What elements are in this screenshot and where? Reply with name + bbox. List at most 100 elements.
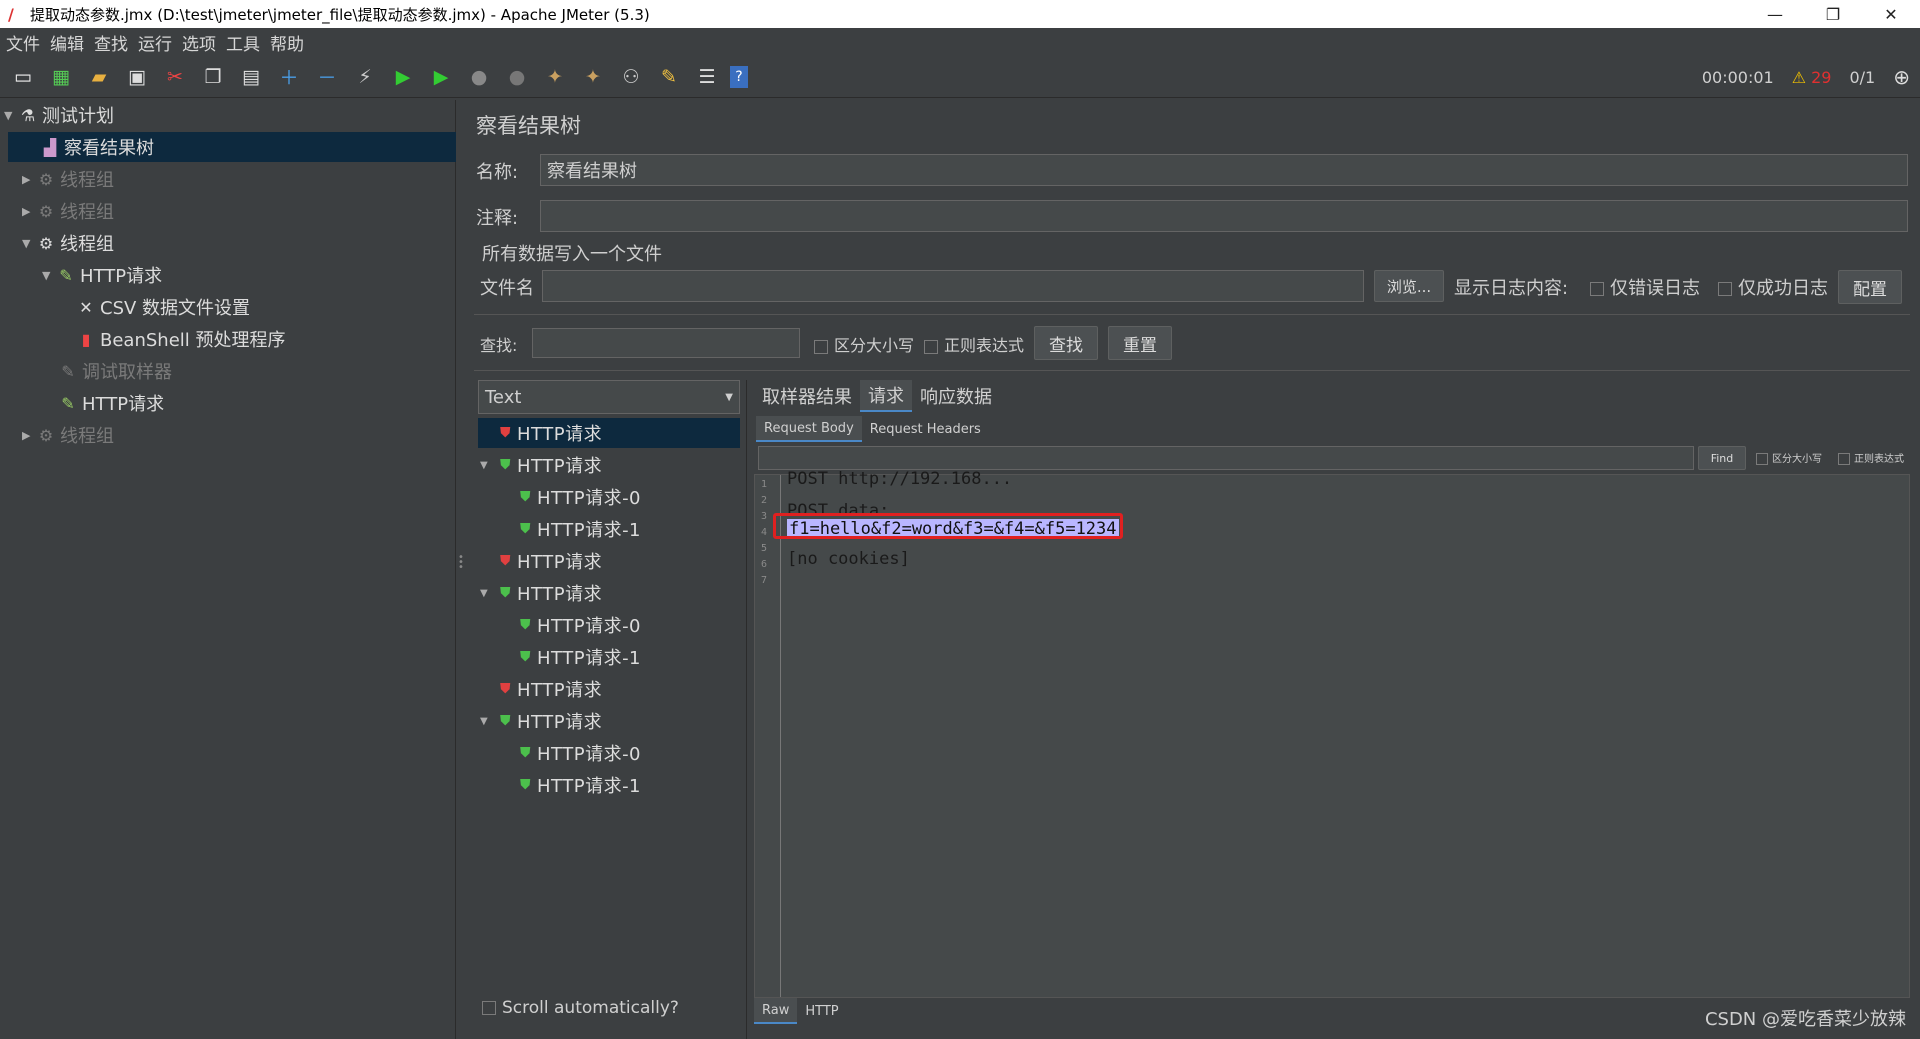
- editor-search-input[interactable]: [758, 446, 1694, 470]
- checkbox-box[interactable]: [814, 339, 828, 354]
- function-helper-icon[interactable]: ☰: [692, 62, 722, 92]
- minimize-button[interactable]: —: [1746, 0, 1804, 28]
- reset-button[interactable]: 重置: [1108, 326, 1172, 360]
- scroll-auto-checkbox[interactable]: Scroll automatically?: [482, 998, 679, 1018]
- tab-request[interactable]: 请求: [860, 380, 912, 412]
- tree-node-view-results-tree[interactable]: ▟ 察看结果树: [8, 132, 456, 162]
- collapse-icon[interactable]: －: [312, 62, 342, 92]
- help-icon[interactable]: ?: [730, 65, 748, 88]
- copy-icon[interactable]: ❐: [198, 62, 228, 92]
- tree-node-http-request-2[interactable]: ✎ HTTP请求: [58, 388, 164, 418]
- start-no-pauses-icon[interactable]: ▶: [426, 62, 456, 92]
- collapsed-arrow-icon[interactable]: ▶: [22, 205, 36, 218]
- configure-button[interactable]: 配置: [1838, 270, 1902, 304]
- expand-arrow-icon[interactable]: ▼: [22, 237, 36, 250]
- tab-request-body[interactable]: Request Body: [756, 416, 862, 442]
- result-row[interactable]: ⛊ HTTP请求-0: [478, 482, 641, 512]
- shutdown-icon[interactable]: ●: [502, 62, 532, 92]
- start-icon[interactable]: ▶: [388, 62, 418, 92]
- menu-run[interactable]: 运行: [138, 30, 172, 55]
- save-icon[interactable]: ▣: [122, 62, 152, 92]
- tree-node-thread-group-1[interactable]: ▶ ⚙ 线程组: [22, 164, 114, 194]
- expand-arrow-icon[interactable]: ▼: [480, 716, 500, 727]
- case-sensitive-checkbox[interactable]: 区分大小写: [814, 332, 914, 356]
- result-row[interactable]: ⛊ HTTP请求: [478, 674, 602, 704]
- result-row[interactable]: ▼ ⛊ HTTP请求: [478, 706, 602, 736]
- stop-icon[interactable]: ●: [464, 62, 494, 92]
- result-row[interactable]: ⛊ HTTP请求-1: [478, 514, 641, 544]
- result-row[interactable]: ▼ ⛊ HTTP请求: [478, 450, 602, 480]
- tree-node-beanshell-preprocessor[interactable]: ▮ BeanShell 预处理程序: [76, 324, 286, 354]
- menu-edit[interactable]: 编辑: [50, 30, 84, 55]
- tab-sampler-result[interactable]: 取样器结果: [754, 380, 860, 412]
- regex-checkbox[interactable]: 正则表达式: [924, 332, 1024, 356]
- tab-raw[interactable]: Raw: [754, 998, 798, 1024]
- find-button[interactable]: 查找: [1034, 326, 1098, 360]
- menu-options[interactable]: 选项: [182, 30, 216, 55]
- menu-file[interactable]: 文件: [6, 30, 40, 55]
- tree-label: 测试计划: [42, 106, 114, 127]
- errors-only-checkbox[interactable]: 仅错误日志: [1590, 274, 1700, 300]
- close-button[interactable]: ✕: [1862, 0, 1920, 28]
- result-row[interactable]: ▼ ⛊ HTTP请求: [478, 578, 602, 608]
- checkbox-box[interactable]: [1590, 282, 1604, 296]
- expand-arrow-icon[interactable]: ▼: [480, 588, 500, 599]
- tab-request-headers[interactable]: Request Headers: [862, 416, 989, 442]
- result-row[interactable]: ⛊ HTTP请求-1: [478, 642, 641, 672]
- menu-search[interactable]: 查找: [94, 30, 128, 55]
- clear-all-icon[interactable]: ✦: [578, 62, 608, 92]
- result-row[interactable]: ⛊ HTTP请求-1: [478, 770, 641, 800]
- success-only-checkbox[interactable]: 仅成功日志: [1718, 274, 1828, 300]
- line-number: 4: [761, 527, 768, 538]
- expand-arrow-icon[interactable]: ▼: [4, 109, 18, 122]
- tab-response-data[interactable]: 响应数据: [912, 380, 1000, 412]
- remote-globe-icon[interactable]: ⊕: [1893, 65, 1910, 89]
- search-binoculars-icon[interactable]: ⚇: [616, 62, 646, 92]
- result-row[interactable]: ⛊ HTTP请求: [478, 418, 740, 448]
- splitter[interactable]: [746, 380, 747, 1039]
- paste-icon[interactable]: ▤: [236, 62, 266, 92]
- tree-node-thread-group-3[interactable]: ▼ ⚙ 线程组: [22, 228, 114, 258]
- result-row[interactable]: ⛊ HTTP请求-0: [478, 738, 641, 768]
- result-row[interactable]: ⛊ HTTP请求: [478, 546, 602, 576]
- editor-find-button[interactable]: Find: [1698, 446, 1746, 470]
- checkbox-box[interactable]: [1838, 453, 1850, 465]
- tree-node-thread-group-4[interactable]: ▶ ⚙ 线程组: [22, 420, 114, 450]
- name-input[interactable]: [540, 154, 1908, 186]
- result-row[interactable]: ⛊ HTTP请求-0: [478, 610, 641, 640]
- tree-node-test-plan[interactable]: ▼ ⚗ 测试计划: [4, 100, 456, 130]
- cut-icon[interactable]: ✂: [160, 62, 190, 92]
- menu-tools[interactable]: 工具: [226, 30, 260, 55]
- clear-icon[interactable]: ✦: [540, 62, 570, 92]
- collapsed-arrow-icon[interactable]: ▶: [22, 429, 36, 442]
- checkbox-box[interactable]: [1718, 282, 1732, 296]
- renderer-select[interactable]: Text ▼: [478, 380, 740, 414]
- comment-input[interactable]: [540, 200, 1908, 232]
- open-icon[interactable]: ▰: [84, 62, 114, 92]
- maximize-button[interactable]: ❐: [1804, 0, 1862, 28]
- tree-node-debug-sampler[interactable]: ✎ 调试取样器: [58, 356, 172, 386]
- expand-icon[interactable]: ＋: [274, 62, 304, 92]
- tree-node-http-request[interactable]: ▼ ✎ HTTP请求: [42, 260, 162, 290]
- checkbox-box[interactable]: [924, 339, 938, 354]
- templates-icon[interactable]: ▦: [46, 62, 76, 92]
- reset-search-icon[interactable]: ✎: [654, 62, 684, 92]
- menu-help[interactable]: 帮助: [270, 30, 304, 55]
- filename-input[interactable]: [542, 270, 1364, 302]
- toggle-icon[interactable]: ⚡: [350, 62, 380, 92]
- collapsed-arrow-icon[interactable]: ▶: [22, 173, 36, 186]
- checkbox-box[interactable]: [482, 1001, 496, 1015]
- tree-node-csv-data-set[interactable]: ✕ CSV 数据文件设置: [76, 292, 250, 322]
- browse-button[interactable]: 浏览...: [1374, 270, 1444, 302]
- editor-regex-checkbox[interactable]: 正则表达式: [1838, 450, 1904, 465]
- tree-node-thread-group-2[interactable]: ▶ ⚙ 线程组: [22, 196, 114, 226]
- warning-count[interactable]: 29: [1811, 68, 1831, 87]
- checkbox-box[interactable]: [1756, 453, 1768, 465]
- editor-case-checkbox[interactable]: 区分大小写: [1756, 450, 1822, 465]
- request-body-editor[interactable]: 1 2 3 4 5 6 7 POST http://192.168... POS…: [754, 469, 1910, 998]
- expand-arrow-icon[interactable]: ▼: [480, 460, 500, 471]
- search-input[interactable]: [532, 328, 800, 358]
- tab-http[interactable]: HTTP: [797, 998, 846, 1024]
- expand-arrow-icon[interactable]: ▼: [42, 269, 56, 282]
- new-icon[interactable]: ▭: [8, 62, 38, 92]
